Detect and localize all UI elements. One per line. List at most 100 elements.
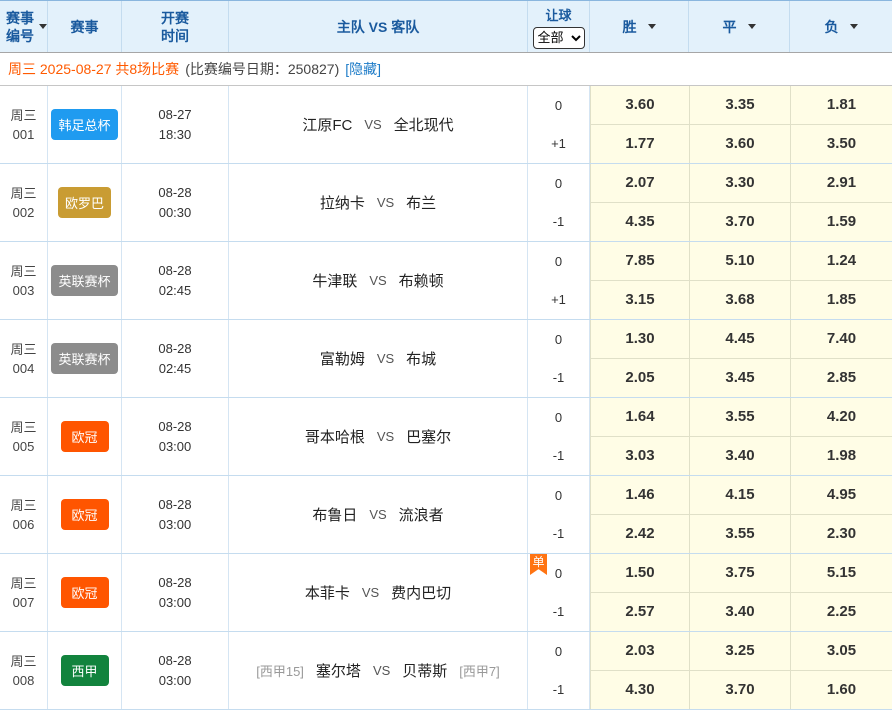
handicap-cell: 0 -1 (528, 476, 590, 553)
column-header-win[interactable]: 胜 (590, 1, 689, 52)
handicap-filter-select[interactable]: 全部 (533, 27, 585, 49)
odds-lose-top[interactable]: 2.91 (790, 164, 892, 203)
match-number: 006 (13, 515, 35, 534)
league-badge: 欧冠 (61, 499, 109, 530)
odds-draw-top[interactable]: 3.25 (689, 632, 790, 671)
match-time: 18:30 (159, 125, 192, 145)
odds-lose-top[interactable]: 4.20 (790, 398, 892, 437)
odds-win-bottom[interactable]: 3.15 (590, 281, 689, 320)
match-row: 周三 007 欧冠 08-28 03:00 本菲卡 VS 费内巴切 单 0 -1 (0, 554, 892, 632)
column-header-lose[interactable]: 负 (790, 1, 892, 52)
away-team: 布兰 (406, 192, 436, 213)
odds-lose-bottom[interactable]: 1.98 (790, 437, 892, 476)
match-number: 001 (13, 125, 35, 144)
teams-cell: 布鲁日 VS 流浪者 (229, 476, 528, 553)
hide-link[interactable]: [隐藏] (345, 59, 381, 79)
odds-draw-bottom[interactable]: 3.70 (689, 671, 790, 710)
odds-win-bottom[interactable]: 4.35 (590, 203, 689, 242)
odds-win-bottom[interactable]: 1.77 (590, 125, 689, 164)
odds-lose-bottom[interactable]: 2.85 (790, 359, 892, 398)
odds-draw-top[interactable]: 3.55 (689, 398, 790, 437)
odds-draw-bottom[interactable]: 3.70 (689, 203, 790, 242)
handicap-cell: 0 -1 (528, 320, 590, 397)
odds-draw-bottom[interactable]: 3.40 (689, 437, 790, 476)
league-cell: 欧冠 (48, 476, 122, 553)
win-odds-column: 3.60 1.77 (590, 86, 689, 163)
match-number: 007 (13, 593, 35, 612)
odds-draw-top[interactable]: 3.35 (689, 86, 790, 125)
league-header-label: 赛事 (71, 17, 99, 37)
odds-draw-bottom[interactable]: 3.55 (689, 515, 790, 554)
lose-odds-column: 4.95 2.30 (790, 476, 892, 553)
match-number-cell: 周三 002 (0, 164, 48, 241)
time-cell: 08-28 03:00 (122, 554, 229, 631)
odds-win-top[interactable]: 1.64 (590, 398, 689, 437)
odds-win-bottom[interactable]: 3.03 (590, 437, 689, 476)
odds-win-top[interactable]: 3.60 (590, 86, 689, 125)
date-subheader: 周三 2025-08-27 共8场比赛 (比赛编号日期：250827) [隐藏] (0, 53, 892, 86)
date-summary: 周三 2025-08-27 共8场比赛 (8, 59, 179, 79)
match-number-cell: 周三 003 (0, 242, 48, 319)
odds-win-top[interactable]: 7.85 (590, 242, 689, 281)
odds-win-bottom[interactable]: 2.42 (590, 515, 689, 554)
odds-draw-bottom[interactable]: 3.40 (689, 593, 790, 632)
match-number: 004 (13, 359, 35, 378)
odds-lose-top[interactable]: 1.81 (790, 86, 892, 125)
odds-lose-bottom[interactable]: 3.50 (790, 125, 892, 164)
league-badge: 欧冠 (61, 577, 109, 608)
odds-lose-bottom[interactable]: 1.59 (790, 203, 892, 242)
odds-win-top[interactable]: 1.30 (590, 320, 689, 359)
match-time: 03:00 (159, 437, 192, 457)
match-number-cell: 周三 001 (0, 86, 48, 163)
handicap-cell: 0 -1 (528, 164, 590, 241)
column-header-match-number[interactable]: 赛事 编号 (0, 1, 48, 52)
home-team: 拉纳卡 (320, 192, 365, 213)
time-cell: 08-28 03:00 (122, 398, 229, 475)
odds-draw-top[interactable]: 4.15 (689, 476, 790, 515)
handicap-value-top: 0 (555, 410, 562, 425)
odds-lose-bottom[interactable]: 1.60 (790, 671, 892, 710)
odds-draw-top[interactable]: 3.30 (689, 164, 790, 203)
teams-cell: 牛津联 VS 布赖顿 (229, 242, 528, 319)
odds-lose-top[interactable]: 5.15 (790, 554, 892, 593)
odds-lose-top[interactable]: 1.24 (790, 242, 892, 281)
odds-lose-bottom[interactable]: 2.30 (790, 515, 892, 554)
teams-header-label: 主队 VS 客队 (337, 17, 419, 37)
odds-draw-top[interactable]: 4.45 (689, 320, 790, 359)
match-row: 周三 003 英联赛杯 08-28 02:45 牛津联 VS 布赖顿 0 +1 (0, 242, 892, 320)
odds-win-top[interactable]: 1.46 (590, 476, 689, 515)
draw-odds-column: 4.45 3.45 (689, 320, 790, 397)
handicap-value-bottom: -1 (553, 682, 565, 697)
teams-cell: 拉纳卡 VS 布兰 (229, 164, 528, 241)
odds-win-top[interactable]: 2.03 (590, 632, 689, 671)
odds-win-bottom[interactable]: 2.57 (590, 593, 689, 632)
away-team: 流浪者 (399, 504, 444, 525)
odds-draw-bottom[interactable]: 3.68 (689, 281, 790, 320)
odds-draw-top[interactable]: 5.10 (689, 242, 790, 281)
match-time: 00:30 (159, 203, 192, 223)
odds-lose-top[interactable]: 3.05 (790, 632, 892, 671)
odds-win-top[interactable]: 1.50 (590, 554, 689, 593)
home-team: 本菲卡 (305, 582, 350, 603)
odds-lose-top[interactable]: 7.40 (790, 320, 892, 359)
odds-win-top[interactable]: 2.07 (590, 164, 689, 203)
odds-draw-top[interactable]: 3.75 (689, 554, 790, 593)
odds-draw-bottom[interactable]: 3.45 (689, 359, 790, 398)
odds-win-bottom[interactable]: 2.05 (590, 359, 689, 398)
odds-lose-top[interactable]: 4.95 (790, 476, 892, 515)
column-header-teams: 主队 VS 客队 (229, 1, 528, 52)
match-rows-container: 周三 001 韩足总杯 08-27 18:30 江原FC VS 全北现代 0 +… (0, 86, 892, 710)
column-header-draw[interactable]: 平 (689, 1, 790, 52)
away-team: 巴塞尔 (406, 426, 451, 447)
odds-lose-bottom[interactable]: 1.85 (790, 281, 892, 320)
match-row: 周三 008 西甲 08-28 03:00 [西甲15] 塞尔塔 VS 贝蒂斯 … (0, 632, 892, 710)
odds-win-bottom[interactable]: 4.30 (590, 671, 689, 710)
odds-lose-bottom[interactable]: 2.25 (790, 593, 892, 632)
time-header-line2: 时间 (161, 27, 189, 45)
draw-odds-column: 4.15 3.55 (689, 476, 790, 553)
odds-draw-bottom[interactable]: 3.60 (689, 125, 790, 164)
dropdown-arrow-icon (850, 24, 858, 29)
match-day: 周三 (10, 496, 36, 515)
handicap-cell: 0 -1 (528, 398, 590, 475)
vs-label: VS (369, 507, 386, 522)
